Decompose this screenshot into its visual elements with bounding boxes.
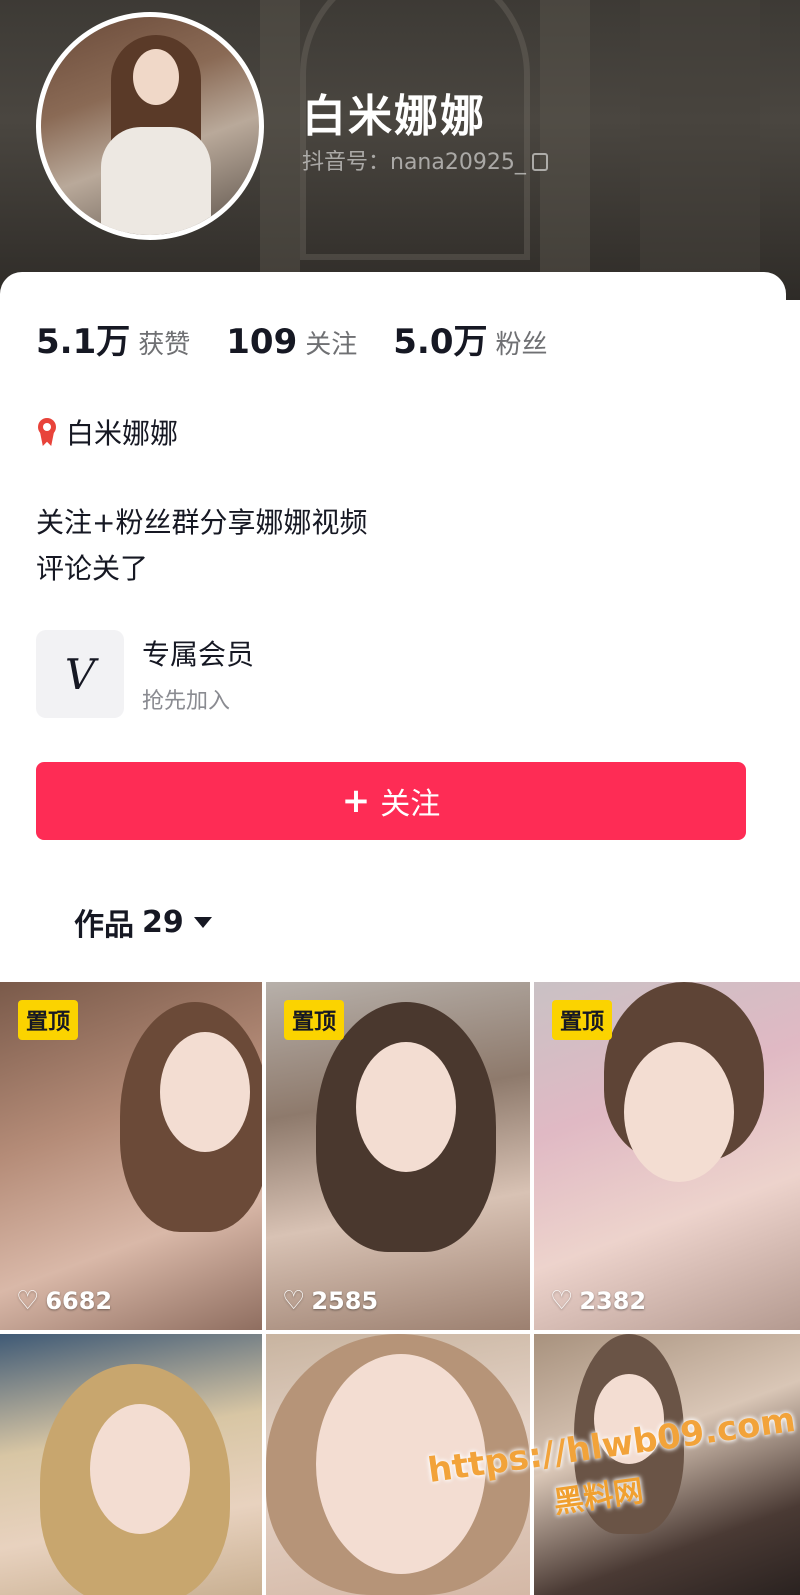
video-likes-count: 2585: [311, 1287, 379, 1315]
avatar[interactable]: [36, 12, 264, 240]
video-thumbnail[interactable]: 置顶 ♡ 2382: [534, 982, 800, 1330]
video-likes-count: 6682: [45, 1287, 113, 1315]
follow-button-label: 关注: [380, 787, 441, 822]
copy-icon[interactable]: [531, 153, 548, 171]
header-pillar-decoration: [260, 0, 300, 300]
profile-bio: 关注+粉丝群分享娜娜视频 评论关了: [36, 500, 367, 592]
tab-works[interactable]: 作品 29: [74, 900, 212, 944]
stat-following[interactable]: 109 关注: [226, 322, 357, 362]
avatar-face-shape: [133, 49, 179, 105]
profile-display-name: 白米娜娜: [302, 91, 486, 142]
stat-following-value: 109: [226, 322, 298, 362]
stats-row: 5.1万 获赞 109 关注 5.0万 粉丝: [36, 314, 584, 363]
bio-line: 评论关了: [36, 552, 149, 585]
works-tab-count: 29: [142, 904, 184, 940]
profile-tag: 白米娜娜: [36, 412, 178, 452]
video-thumbnail[interactable]: [0, 1334, 262, 1595]
works-tab-label: 作品: [74, 908, 134, 943]
profile-card: 5.1万 获赞 109 关注 5.0万 粉丝 白米娜娜 关注+粉丝群分享娜娜视频…: [0, 272, 786, 972]
membership-text: 专属会员 抢先加入: [142, 633, 254, 715]
video-likes: ♡ 2382: [550, 1286, 646, 1316]
video-likes: ♡ 6682: [16, 1286, 112, 1316]
v-logo-icon: V: [36, 630, 124, 718]
stat-following-label: 关注: [305, 330, 358, 360]
douyin-id-row[interactable]: 抖音号：nana20925_: [302, 144, 548, 176]
bio-line: 关注+粉丝群分享娜娜视频: [36, 506, 368, 539]
douyin-id-text: 抖音号：nana20925_: [302, 150, 526, 175]
heart-icon: ♡: [282, 1286, 306, 1316]
video-likes: ♡ 2585: [282, 1286, 378, 1316]
video-thumbnail[interactable]: 置顶 ♡ 6682: [0, 982, 262, 1330]
plus-icon: +: [341, 781, 371, 821]
header-pillar-decoration: [640, 0, 760, 300]
profile-tag-text: 白米娜娜: [66, 417, 179, 450]
video-likes-count: 2382: [579, 1287, 647, 1315]
membership-title: 专属会员: [142, 638, 255, 671]
stat-fans-value: 5.0万: [393, 322, 488, 362]
red-ribbon-icon: [36, 418, 58, 446]
membership-entry[interactable]: V 专属会员 抢先加入: [36, 630, 254, 718]
pinned-badge: 置顶: [284, 1000, 345, 1040]
membership-subtitle: 抢先加入: [142, 689, 231, 714]
stat-fans-label: 粉丝: [495, 330, 548, 360]
video-thumbnail[interactable]: 置顶 ♡ 2585: [266, 982, 530, 1330]
stat-likes-value: 5.1万: [36, 322, 131, 362]
heart-icon: ♡: [550, 1286, 574, 1316]
stat-likes-label: 获赞: [138, 330, 191, 360]
stat-likes[interactable]: 5.1万 获赞: [36, 314, 190, 363]
follow-button[interactable]: + 关注: [36, 762, 746, 840]
caret-down-icon[interactable]: [193, 916, 212, 928]
stat-fans[interactable]: 5.0万 粉丝: [393, 314, 547, 363]
pinned-badge: 置顶: [18, 1000, 79, 1040]
pinned-badge: 置顶: [552, 1000, 613, 1040]
avatar-dress-shape: [101, 127, 211, 235]
heart-icon: ♡: [16, 1286, 40, 1316]
